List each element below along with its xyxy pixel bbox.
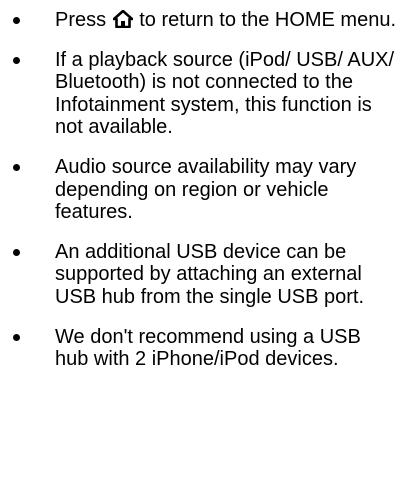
- bullet-dot: [13, 333, 20, 341]
- list-item: Press to return to the HOME menu.: [0, 9, 406, 32]
- list-item: An additional USB device can be supporte…: [0, 241, 406, 309]
- list-item: We don't recommend using a USB hub with …: [0, 326, 406, 371]
- home-icon: [112, 10, 133, 28]
- bullet-dot: [13, 17, 20, 24]
- bullet-text: Audio source availability may vary depen…: [55, 155, 357, 224]
- bullet-text: We don't recommend using a USB hub with …: [55, 325, 361, 371]
- bullet-text-before: Press: [55, 9, 112, 31]
- bullet-text-after: to return to the HOME menu.: [133, 9, 397, 31]
- bullet-dot: [13, 248, 20, 256]
- notes-list: Press to return to the HOME menu. If a p…: [0, 9, 406, 371]
- list-item: Audio source availability may vary depen…: [0, 156, 406, 224]
- bullet-dot: [13, 163, 20, 171]
- bullet-text: If a playback source (iPod/ USB/ AUX/ Bl…: [55, 48, 395, 139]
- list-item: If a playback source (iPod/ USB/ AUX/ Bl…: [0, 49, 406, 139]
- bullet-text: An additional USB device can be supporte…: [55, 240, 365, 308]
- bullet-dot: [13, 56, 20, 64]
